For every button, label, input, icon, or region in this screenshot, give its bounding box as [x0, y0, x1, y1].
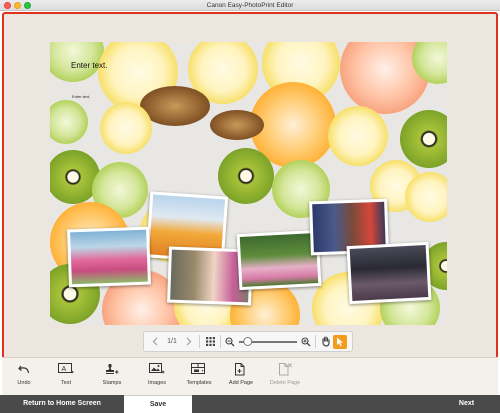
thumbnail-view-button[interactable] [203, 337, 217, 346]
fruit-slice [328, 106, 388, 166]
add-page-label: Add Page [228, 380, 254, 386]
stamp-icon [106, 364, 119, 374]
return-to-home-button[interactable]: Return to Home Screen [0, 395, 124, 413]
images-button[interactable]: Images [135, 360, 179, 386]
photo-frame[interactable] [236, 229, 322, 291]
stamps-button[interactable]: Stamps [90, 360, 134, 386]
save-button[interactable]: Save [124, 395, 192, 413]
image-icon [149, 363, 165, 374]
hand-icon [322, 336, 330, 347]
zoom-out-icon [225, 336, 235, 346]
svg-text:A: A [62, 366, 67, 373]
function-bar: Undo A Text Stamps Images Templates Add … [2, 357, 498, 395]
add-page-button[interactable]: Add Page [219, 360, 263, 386]
toolbar-divider [315, 335, 316, 348]
fruit-slice [210, 110, 264, 140]
delete-page-label: Delete Page [269, 380, 301, 386]
select-tool-button[interactable] [333, 334, 347, 349]
images-label: Images [147, 380, 167, 386]
photo-frame[interactable] [346, 241, 432, 305]
templates-label: Templates [186, 380, 212, 386]
zoom-slider-knob[interactable] [242, 336, 252, 346]
hand-tool-button[interactable] [319, 336, 333, 347]
text-button[interactable]: A Text [44, 360, 88, 386]
window-title: Canon Easy-PhotoPrint Editor [206, 2, 294, 9]
zoom-in-button[interactable] [300, 336, 312, 347]
delete-page-button[interactable]: Delete Page [263, 360, 307, 386]
add-page-icon [235, 362, 245, 375]
photo-image [239, 233, 319, 287]
templates-icon [191, 363, 205, 374]
photo-frame[interactable] [67, 226, 151, 288]
text-box-placeholder[interactable]: Enter text. [71, 61, 107, 70]
photo-image [70, 229, 148, 285]
fruit-slice [50, 100, 88, 144]
previous-page-button[interactable] [148, 337, 162, 346]
delete-page-icon [278, 362, 292, 375]
chevron-right-icon [186, 337, 192, 346]
text-icon: A [58, 363, 74, 374]
page-indicator: 1/1 [167, 338, 177, 345]
chevron-left-icon [152, 337, 158, 346]
toolbar-divider [199, 335, 200, 348]
fruit-slice [100, 102, 152, 154]
undo-button[interactable]: Undo [2, 360, 46, 386]
text-label: Text [60, 380, 72, 386]
zoom-in-icon [301, 336, 311, 346]
undo-label: Undo [17, 380, 31, 386]
text-box-placeholder-small[interactable]: Enter text. [72, 94, 90, 99]
title-bar: Canon Easy-PhotoPrint Editor [0, 0, 500, 11]
templates-button[interactable]: Templates [177, 360, 221, 386]
zoom-slider[interactable] [239, 336, 297, 346]
fruit-slice [405, 172, 447, 222]
layout-canvas[interactable]: Enter text. Enter text. [50, 42, 447, 325]
next-button[interactable]: Next [433, 395, 500, 413]
photo-image [349, 245, 429, 301]
bottom-bar: Return to Home Screen Save Next [0, 395, 500, 413]
fruit-slice [400, 110, 447, 168]
stamps-label: Stamps [102, 380, 122, 386]
fruit-slice [218, 148, 274, 204]
next-page-button[interactable] [182, 337, 196, 346]
toolbar-divider [220, 335, 221, 348]
grid-icon [205, 337, 215, 346]
undo-icon [18, 365, 30, 374]
zoom-out-button[interactable] [224, 336, 236, 347]
canvas-toolbar: 1/1 [143, 331, 353, 352]
pointer-icon [337, 337, 343, 346]
